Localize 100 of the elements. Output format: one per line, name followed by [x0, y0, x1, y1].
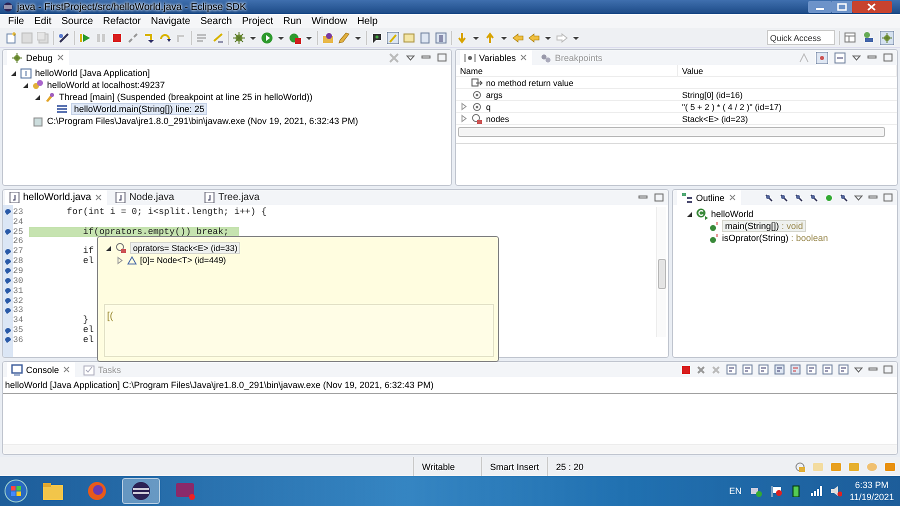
run-icon[interactable]: [261, 32, 273, 44]
tab-close-icon[interactable]: [728, 193, 737, 202]
collapsed-arrow-icon[interactable]: [116, 256, 124, 264]
display-console-icon[interactable]: [822, 364, 833, 375]
expanded-arrow-icon[interactable]: [104, 244, 112, 252]
disconnect-icon[interactable]: [127, 32, 139, 44]
clock[interactable]: 6:33 PM 11/19/2021: [850, 479, 894, 503]
tree-item[interactable]: helloWorld: [711, 209, 754, 219]
tree-item[interactable]: helloWorld [Java Application]: [35, 68, 150, 78]
step-into-icon[interactable]: [143, 32, 155, 44]
open-type-icon[interactable]: [322, 32, 334, 44]
battery-icon[interactable]: [790, 485, 802, 497]
tab-close-icon[interactable]: [56, 53, 65, 62]
skip-breakpoints-icon[interactable]: [58, 32, 70, 44]
expanded-arrow-icon[interactable]: [9, 68, 17, 78]
resume-icon[interactable]: [79, 32, 91, 44]
notification-icon[interactable]: [794, 460, 806, 472]
show-on-output-icon[interactable]: [774, 364, 785, 375]
terminate-icon[interactable]: [681, 364, 691, 374]
maximize-icon[interactable]: [832, 1, 852, 13]
menu-item[interactable]: Navigate: [146, 16, 196, 26]
variable-name[interactable]: no method return value: [486, 78, 574, 88]
tree-item[interactable]: [0]= Node<T> (id=449): [140, 255, 226, 265]
maximize-view-icon[interactable]: [883, 193, 893, 202]
menu-item[interactable]: Refactor: [98, 16, 146, 26]
menu-item[interactable]: Window: [306, 16, 352, 26]
debug-perspective-icon[interactable]: [880, 30, 894, 44]
expanded-arrow-icon[interactable]: [685, 210, 693, 218]
java-perspective-icon[interactable]: [862, 30, 874, 42]
network-check-icon[interactable]: [750, 485, 762, 497]
editor-tab[interactable]: Tree.java: [200, 190, 282, 205]
open-perspective-icon[interactable]: [844, 30, 856, 42]
variable-name[interactable]: q: [486, 102, 491, 112]
step-filter-icon[interactable]: [212, 32, 224, 44]
maximize-view-icon[interactable]: [437, 53, 447, 62]
debug-icon[interactable]: [233, 32, 245, 44]
highlight-icon[interactable]: [387, 32, 399, 44]
horizontal-scrollbar[interactable]: [458, 127, 885, 137]
menu-item[interactable]: Source: [56, 16, 98, 26]
view-menu-icon[interactable]: [852, 53, 861, 62]
expanded-arrow-icon[interactable]: [21, 80, 29, 90]
quick-access-field[interactable]: Quick Access: [767, 30, 835, 45]
tree-item[interactable]: helloWorld.main(String[]) line: 25: [71, 103, 208, 115]
editor-tab[interactable]: Node.java: [111, 190, 196, 205]
whitespace-icon[interactable]: [435, 32, 447, 44]
collapsed-arrow-icon[interactable]: [460, 102, 468, 111]
editor-tab[interactable]: helloWorld.java: [5, 190, 108, 205]
maximize-view-icon[interactable]: [654, 193, 664, 202]
open-console-icon[interactable]: [838, 364, 849, 375]
remove-launch-icon[interactable]: [696, 364, 706, 374]
terminate-icon[interactable]: [111, 32, 123, 44]
variable-name[interactable]: args: [486, 90, 503, 100]
tree-item[interactable]: helloWorld at localhost:49237: [47, 80, 165, 90]
menu-item[interactable]: Search: [195, 16, 237, 26]
block-selection-icon[interactable]: [419, 32, 431, 44]
tab-close-icon[interactable]: [518, 53, 528, 62]
start-orb-icon[interactable]: [4, 479, 28, 503]
action-center-flag-icon[interactable]: [770, 485, 782, 497]
collapsed-arrow-icon[interactable]: [460, 114, 468, 123]
mark-occurrences-icon[interactable]: [403, 32, 415, 44]
tab-close-icon[interactable]: [62, 365, 72, 374]
volume-muted-icon[interactable]: [830, 485, 842, 497]
view-tab[interactable]: Outline: [677, 190, 741, 205]
coverage-icon[interactable]: [289, 32, 301, 44]
view-menu-icon[interactable]: [406, 53, 415, 62]
menu-item[interactable]: Edit: [29, 16, 56, 26]
view-tab[interactable]: Console: [7, 362, 76, 377]
language-indicator[interactable]: EN: [729, 486, 742, 496]
signal-icon[interactable]: [810, 485, 822, 497]
show-logical-structure-icon[interactable]: [816, 52, 828, 64]
step-over-icon[interactable]: [159, 32, 171, 44]
pin-console-icon[interactable]: [806, 364, 817, 375]
clear-console-icon[interactable]: [726, 364, 737, 375]
variable-name[interactable]: nodes: [486, 114, 510, 124]
expanded-arrow-icon[interactable]: [33, 92, 41, 102]
tree-item[interactable]: Thread [main] (Suspended (breakpoint at line 25 in helloWorld)): [59, 92, 312, 102]
menu-item[interactable]: Project: [237, 16, 278, 26]
maximize-view-icon[interactable]: [883, 53, 893, 62]
view-menu-icon[interactable]: [854, 365, 863, 374]
eclipse-icon[interactable]: [131, 481, 151, 501]
tree-item[interactable]: isOprator(String) : boolean: [722, 233, 828, 243]
word-wrap-icon[interactable]: [758, 364, 769, 375]
tree-item[interactable]: main(String[]) : void: [722, 220, 806, 232]
minimize-icon[interactable]: [808, 1, 832, 13]
back-icon[interactable]: [528, 32, 540, 44]
view-tab[interactable]: Variables: [460, 50, 532, 65]
public-members-icon[interactable]: [824, 192, 834, 202]
back-icon[interactable]: [512, 32, 524, 44]
view-menu-icon[interactable]: [854, 193, 863, 202]
folder-icon[interactable]: [42, 481, 64, 501]
launch-icon[interactable]: [338, 32, 350, 44]
tab-close-icon[interactable]: [94, 193, 104, 202]
close-icon[interactable]: [852, 1, 892, 13]
view-tab[interactable]: Debug: [7, 50, 69, 65]
tree-item[interactable]: C:\Program Files\Java\jre1.8.0_291\bin\javaw.exe (Nov 19, 2021, 6:32:43 PM): [47, 116, 358, 126]
tree-item[interactable]: oprators= Stack<E> (id=33): [130, 242, 240, 254]
vertical-scrollbar[interactable]: [656, 207, 666, 337]
show-on-error-icon[interactable]: [790, 364, 801, 375]
menu-item[interactable]: File: [3, 16, 30, 26]
annotation-icon[interactable]: [371, 32, 383, 44]
